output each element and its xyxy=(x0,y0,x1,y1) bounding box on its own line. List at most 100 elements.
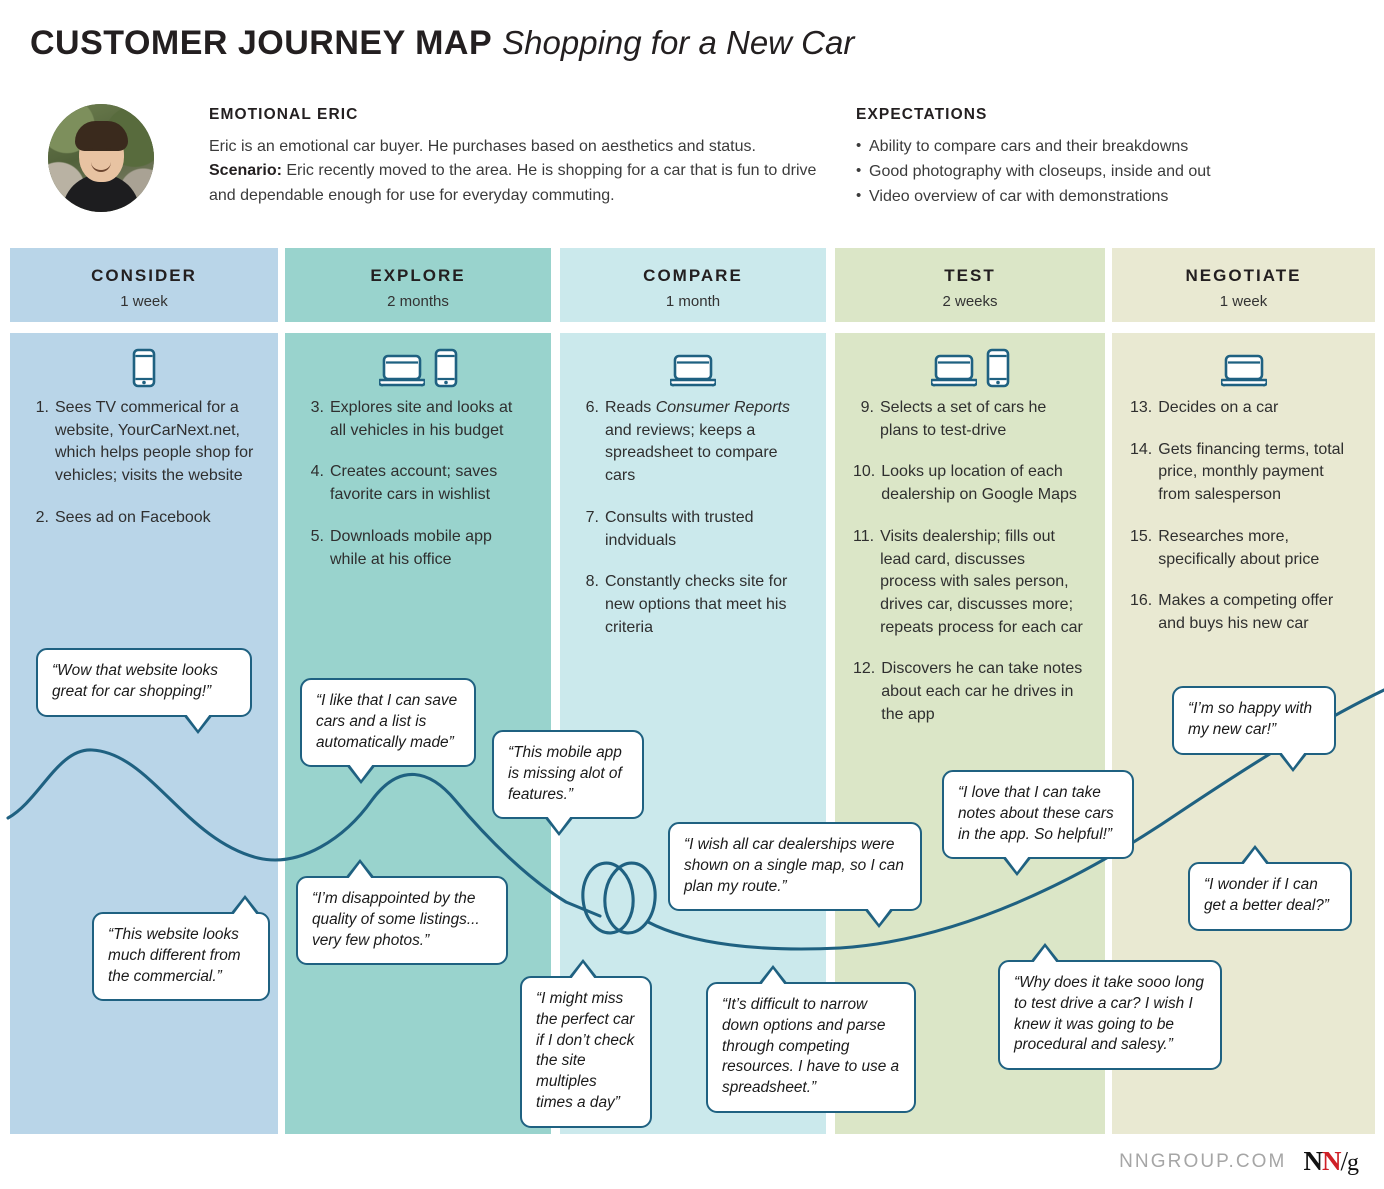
stage-duration: 2 months xyxy=(387,293,449,310)
action-item: 9. Selects a set of cars he plans to test… xyxy=(853,397,1083,442)
action-item: 2. Sees ad on Facebook xyxy=(28,507,256,530)
stage-duration: 1 week xyxy=(120,293,168,310)
stage-actions: 9. Selects a set of cars he plans to test… xyxy=(835,388,1105,727)
action-text: Gets financing terms, total price, month… xyxy=(1158,440,1345,504)
bubble-tail xyxy=(345,859,375,879)
device-icons xyxy=(10,333,278,388)
quote-text: “Wow that website looks great for car sh… xyxy=(52,662,218,700)
bubble-tail xyxy=(864,908,894,929)
action-number: 2. xyxy=(35,508,49,526)
action-number: 7. xyxy=(585,508,599,526)
stage-name: TEST xyxy=(944,266,996,285)
quote-bubble: “It’s difficult to narrow down options a… xyxy=(706,965,916,1113)
bubble-tail xyxy=(1030,943,1060,963)
persona-text: EMOTIONAL ERIC Eric is an emotional car … xyxy=(209,106,829,208)
quote-bubble: “This website looks much different from … xyxy=(92,895,270,1002)
device-icons xyxy=(835,333,1105,388)
action-item: 3. Explores site and looks at all vehicle… xyxy=(303,397,529,442)
laptop-icon xyxy=(670,354,716,387)
action-number: 3. xyxy=(310,399,324,416)
bubble-tail xyxy=(1278,751,1308,772)
quote-text: “I wish all car dealerships were shown o… xyxy=(684,836,904,895)
stage-name: CONSIDER xyxy=(91,266,197,285)
bubble-tail xyxy=(183,713,213,734)
quote-text: “Why does it take sooo long to test driv… xyxy=(1014,974,1204,1054)
avatar-hair xyxy=(75,121,128,151)
action-text: Makes a competing offer and buys his new… xyxy=(1158,592,1334,633)
persona-line1: Eric is an emotional car buyer. He purch… xyxy=(209,138,756,155)
action-item: 8. Constantly checks site for new options… xyxy=(578,571,804,639)
expectation-item: Video overview of car with demonstration… xyxy=(856,184,1326,210)
quote-bubble: “I might miss the perfect car if I don’t… xyxy=(520,959,652,1128)
logo-n2: N xyxy=(1321,1146,1341,1176)
stage-actions: 6. Reads Consumer Reports and reviews; ke… xyxy=(560,388,826,639)
quote-bubble: “This mobile app is missing alot of feat… xyxy=(492,730,644,837)
persona-scenario-text: Eric recently moved to the area. He is s… xyxy=(209,162,817,204)
action-text: Creates account; saves favorite cars in … xyxy=(330,463,498,504)
expectations-list: Ability to compare cars and their breakd… xyxy=(856,134,1326,210)
laptop-icon xyxy=(930,354,977,387)
stage-header-test: TEST 2 weeks xyxy=(835,248,1105,322)
action-number: 8. xyxy=(585,573,599,591)
quote-text: “I might miss the perfect car if I don’t… xyxy=(536,990,635,1111)
phone-icon xyxy=(986,348,1009,388)
quote-text: “I’m so happy with my new car!” xyxy=(1188,700,1313,738)
action-text: Looks up location of each dealership on … xyxy=(881,463,1077,504)
quote-text: “I love that I can take notes about thes… xyxy=(958,784,1114,843)
bubble-tail xyxy=(758,965,788,985)
bubble-tail xyxy=(544,816,574,837)
action-item: 15. Researches more, specifically about p… xyxy=(1130,526,1353,571)
action-text: Downloads mobile app while at his office xyxy=(330,527,492,568)
action-text: Sees TV commerical for a website, YourCa… xyxy=(55,399,254,485)
persona-description: Eric is an emotional car buyer. He purch… xyxy=(209,135,829,208)
bubble-tail xyxy=(346,764,376,785)
action-number: 13. xyxy=(1130,399,1153,416)
action-number: 6. xyxy=(585,399,599,416)
action-item: 1. Sees TV commerical for a website, Your… xyxy=(28,397,256,488)
expectations-heading: EXPECTATIONS xyxy=(856,106,988,123)
action-text: Discovers he can take notes about each c… xyxy=(881,660,1083,723)
stage-actions: 13. Decides on a car 14. Gets financing ter… xyxy=(1112,388,1375,636)
expectations-block: EXPECTATIONS Ability to compare cars and… xyxy=(856,106,1326,210)
action-number: 4. xyxy=(310,463,324,481)
action-number: 15. xyxy=(1130,527,1153,545)
action-text: Explores site and looks at all vehicles … xyxy=(330,399,513,439)
stage-actions: 3. Explores site and looks at all vehicle… xyxy=(285,388,551,571)
persona-scenario-label: Scenario: xyxy=(209,162,282,180)
quote-text: “This mobile app is missing alot of feat… xyxy=(508,744,622,803)
nngroup-url: NNGROUP.COM xyxy=(1119,1150,1287,1172)
action-number: 16. xyxy=(1130,592,1153,610)
action-text: Consults with trusted indviduals xyxy=(605,508,754,549)
quote-text: “This website looks much different from … xyxy=(108,926,241,985)
laptop-icon xyxy=(378,354,425,387)
logo-g: g xyxy=(1347,1150,1359,1176)
logo-n1: N xyxy=(1303,1146,1322,1176)
bubble-tail xyxy=(1002,856,1032,877)
stage-name: COMPARE xyxy=(643,266,743,285)
phone-icon xyxy=(434,348,457,388)
quote-text: “I’m disappointed by the quality of some… xyxy=(312,890,480,949)
action-text: Sees ad on Facebook xyxy=(55,508,211,526)
action-number: 10. xyxy=(853,463,876,481)
avatar xyxy=(48,104,154,212)
action-number: 14. xyxy=(1130,440,1153,458)
stage-header-negotiate: NEGOTIATE 1 week xyxy=(1112,248,1375,322)
action-number: 12. xyxy=(853,660,876,678)
expectation-item: Good photography with closeups, inside a… xyxy=(856,159,1326,185)
nng-logo: NN/g xyxy=(1303,1146,1359,1177)
action-text: Reads Consumer Reports and reviews; keep… xyxy=(605,399,790,485)
action-number: 1. xyxy=(35,399,49,416)
action-text: Decides on a car xyxy=(1158,399,1279,416)
action-text: Constantly checks site for new options t… xyxy=(605,573,788,636)
quote-text: “I wonder if I can get a better deal?” xyxy=(1204,876,1329,914)
bubble-tail xyxy=(230,895,260,915)
action-item: 16. Makes a competing offer and buys his … xyxy=(1130,590,1353,635)
action-text: Selects a set of cars he plans to test-d… xyxy=(880,399,1047,439)
action-number: 9. xyxy=(860,399,874,416)
quote-bubble: “I wonder if I can get a better deal?” xyxy=(1188,845,1352,931)
stage-header-consider: CONSIDER 1 week xyxy=(10,248,278,322)
stage-header-explore: EXPLORE 2 months xyxy=(285,248,551,322)
title-main: CUSTOMER JOURNEY MAP xyxy=(30,24,493,62)
stage-header-compare: COMPARE 1 month xyxy=(560,248,826,322)
quote-text: “It’s difficult to narrow down options a… xyxy=(722,996,900,1097)
